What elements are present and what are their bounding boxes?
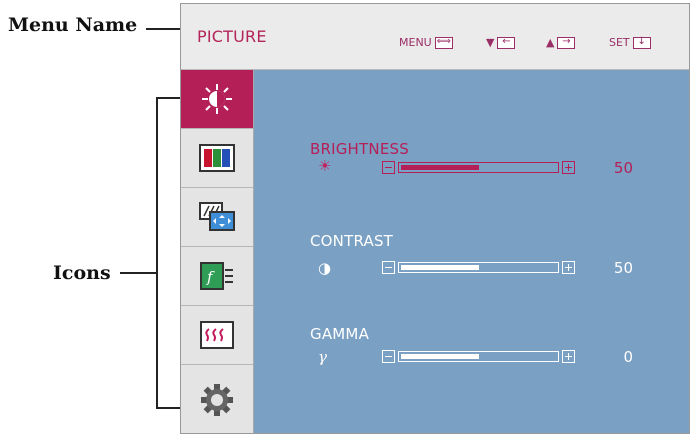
gamma-fill [401, 354, 479, 359]
tab-function[interactable]: f [181, 247, 253, 306]
left-arrow-box-icon: ← [497, 36, 516, 49]
osd-header: PICTURE MENU ⟺ ▼ ← ▲ → SET ↓ [181, 4, 689, 70]
brightness-minus-icon[interactable] [382, 161, 395, 174]
tab-tracking[interactable] [181, 188, 253, 247]
gamma-plus-icon[interactable] [562, 350, 575, 363]
down-hint-label: ▼ [486, 36, 495, 49]
menu-hint-label: MENU [399, 36, 432, 49]
down-arrow-box-icon: ↓ [632, 36, 651, 49]
icons-bracket-top [156, 97, 180, 99]
menu-exit-icon: ⟺ [434, 35, 453, 49]
set-hint-label: SET [609, 36, 630, 49]
contrast-value: 50 [613, 259, 633, 277]
contrast-track[interactable] [398, 262, 559, 273]
function-icon: f [200, 262, 233, 290]
setup-gear-icon [201, 383, 233, 416]
icons-callout-line [120, 272, 158, 274]
icons-bracket-bottom [156, 407, 180, 409]
osd-menu: PICTURE MENU ⟺ ▼ ← ▲ → SET ↓ f [180, 3, 690, 434]
brightness-plus-icon[interactable] [562, 161, 575, 174]
tab-color[interactable] [181, 129, 253, 188]
icons-callout: Icons [53, 262, 111, 284]
gamma-label[interactable]: GAMMA [310, 325, 369, 343]
contrast-minus-icon[interactable] [382, 261, 395, 274]
down-hint: ▼ ← [486, 36, 516, 49]
contrast-label[interactable]: CONTRAST [310, 232, 393, 250]
brightness-value: 50 [613, 159, 633, 177]
gamma-slider[interactable] [382, 350, 575, 365]
brightness-slider[interactable] [382, 161, 575, 176]
menu-title: PICTURE [197, 27, 267, 46]
menu-name-callout-line [146, 28, 180, 30]
gamma-minus-icon[interactable] [382, 350, 395, 363]
contrast-slider[interactable] [382, 261, 575, 276]
up-hint: ▲ → [546, 36, 576, 49]
menu-hint: MENU ⟺ [399, 36, 453, 49]
brightness-track[interactable] [398, 162, 559, 173]
brightness-fill [401, 165, 479, 170]
contrast-plus-icon[interactable] [562, 261, 575, 274]
gamma-symbol-icon: γ [318, 348, 327, 366]
tab-picture[interactable] [181, 70, 253, 129]
up-hint-label: ▲ [546, 36, 555, 49]
color-bars-icon [199, 144, 235, 172]
right-arrow-box-icon: → [557, 36, 576, 49]
brightness-symbol-icon: ☀ [318, 157, 332, 175]
tab-setup[interactable] [181, 365, 253, 433]
contrast-symbol-icon: ◑ [318, 259, 332, 277]
brightness-label[interactable]: BRIGHTNESS [310, 140, 409, 158]
special-wave-icon [200, 321, 234, 349]
gamma-value: 0 [623, 348, 633, 366]
contrast-fill [401, 265, 479, 270]
set-hint: SET ↓ [609, 36, 651, 49]
icon-sidebar: f [181, 70, 254, 433]
icons-bracket-vertical [156, 97, 158, 409]
gamma-track[interactable] [398, 351, 559, 362]
tracking-screen-icon [199, 202, 235, 231]
picture-brightness-icon [202, 84, 232, 114]
tab-special[interactable] [181, 306, 253, 365]
menu-name-callout: Menu Name [8, 14, 138, 36]
